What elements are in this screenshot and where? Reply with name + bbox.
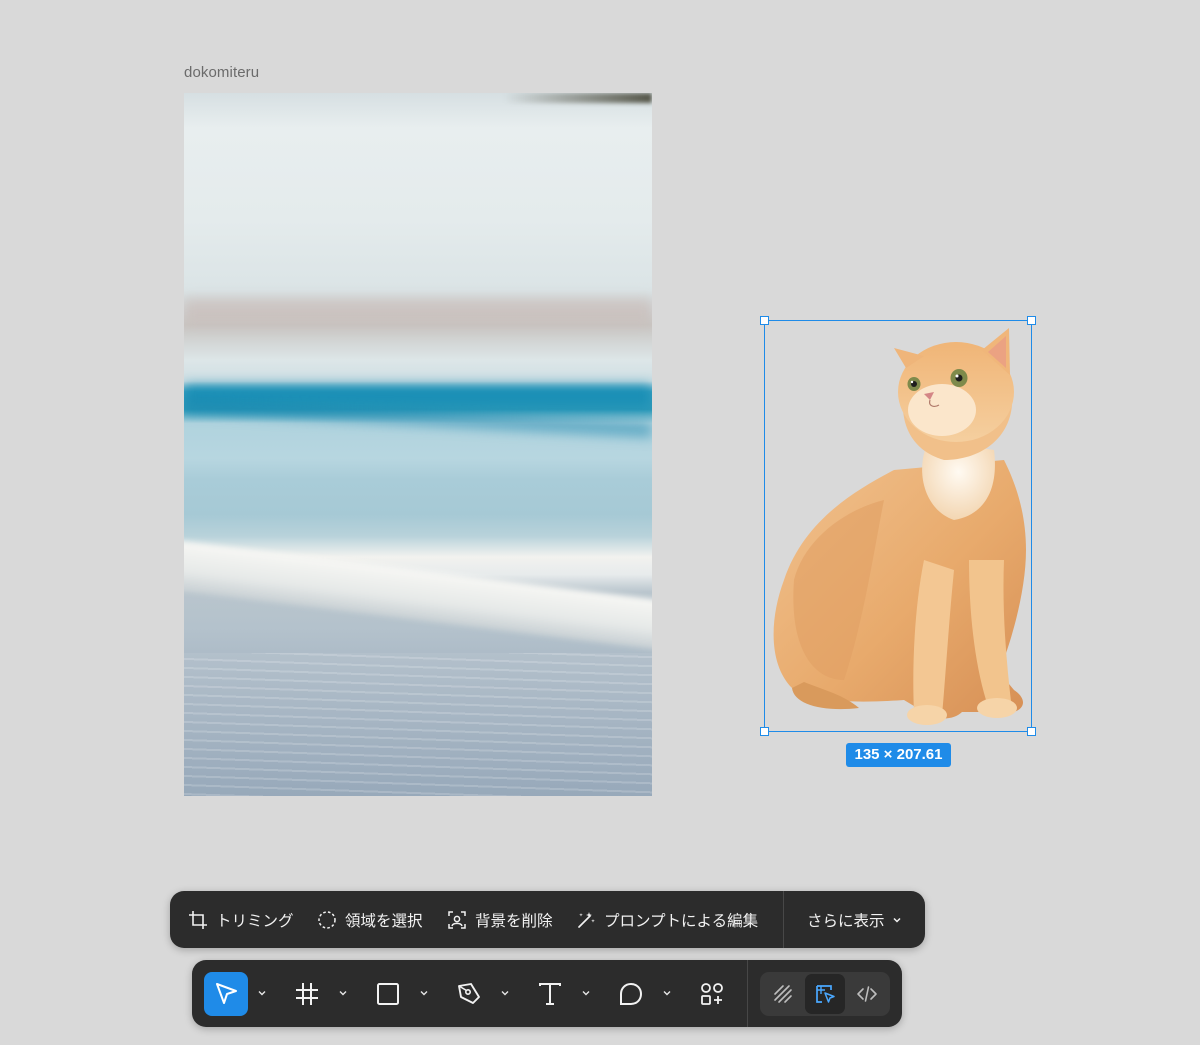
hash-frame-icon <box>296 983 318 1005</box>
pen-nib-icon <box>458 983 480 1004</box>
photo-detail <box>184 298 652 324</box>
dev-mode-button[interactable] <box>847 974 887 1014</box>
comment-tool-dropdown[interactable] <box>661 987 673 999</box>
photo-detail <box>184 653 652 796</box>
lasso-icon <box>318 910 336 929</box>
remove-background-icon <box>448 910 466 929</box>
chevron-down-icon <box>663 991 671 996</box>
mode-switcher <box>760 972 890 1016</box>
show-more-button[interactable]: さらに表示 <box>807 891 903 948</box>
chevron-down-icon <box>892 917 901 923</box>
select-region-label: 領域を選択 <box>345 912 423 930</box>
move-tool-button[interactable] <box>204 972 248 1016</box>
main-toolbar <box>192 960 902 1027</box>
chevron-down-icon <box>258 991 266 996</box>
photo-detail <box>184 539 652 653</box>
components-icon <box>701 983 723 1005</box>
prompt-edit-label: プロンプトによる編集 <box>604 912 759 930</box>
text-tool-dropdown[interactable] <box>580 987 592 999</box>
design-cursor-icon <box>816 985 835 1003</box>
frame-tool-dropdown[interactable] <box>337 987 349 999</box>
design-mode-button[interactable] <box>805 974 845 1014</box>
assets-tool-button[interactable] <box>690 972 734 1016</box>
select-region-button[interactable]: 領域を選択 <box>317 891 423 948</box>
show-more-label: さらに表示 <box>807 912 885 930</box>
shape-tool-dropdown[interactable] <box>418 987 430 999</box>
selection-box[interactable] <box>760 316 1036 736</box>
remove-background-label: 背景を削除 <box>475 912 553 930</box>
pen-tool-dropdown[interactable] <box>499 987 511 999</box>
resize-handle-top-right[interactable] <box>1027 316 1036 325</box>
shape-tool-button[interactable] <box>366 972 410 1016</box>
cursor-arrow-icon <box>216 983 237 1004</box>
prompt-edit-button[interactable]: プロンプトによる編集 <box>576 891 758 948</box>
pen-tool-button[interactable] <box>447 972 491 1016</box>
scribble-icon <box>774 985 792 1003</box>
move-tool-dropdown[interactable] <box>256 987 268 999</box>
crop-label: トリミング <box>216 912 294 930</box>
toolbar-divider <box>747 960 748 1027</box>
toolbar-divider <box>783 891 784 948</box>
crop-button[interactable]: トリミング <box>188 891 294 948</box>
speech-bubble-icon <box>620 982 643 1005</box>
crop-icon <box>189 910 207 929</box>
comment-tool-button[interactable] <box>609 972 653 1016</box>
frame-name-label[interactable]: dokomiteru <box>184 64 259 81</box>
code-brackets-icon <box>857 986 877 1002</box>
chevron-down-icon <box>339 991 347 996</box>
selection-size-badge: 135 × 207.61 <box>846 743 951 767</box>
magic-wand-icon <box>578 911 595 928</box>
frame-tool-button[interactable] <box>285 972 329 1016</box>
draw-mode-button[interactable] <box>763 974 803 1014</box>
chevron-down-icon <box>582 991 590 996</box>
chevron-down-icon <box>420 991 428 996</box>
image-edit-toolbar: トリミング 領域を選択 背景を削除 プロンプトによる編集 さらに表示 <box>170 891 925 948</box>
resize-handle-bottom-left[interactable] <box>760 727 769 736</box>
resize-handle-top-left[interactable] <box>760 316 769 325</box>
pool-photo-frame[interactable] <box>184 93 652 796</box>
remove-background-button[interactable]: 背景を削除 <box>447 891 553 948</box>
chevron-down-icon <box>501 991 509 996</box>
text-tool-button[interactable] <box>528 972 572 1016</box>
design-canvas[interactable]: dokomiteru 135 × 207.61 トリミング 領域を選択 背景を削… <box>0 0 1200 1045</box>
rectangle-icon <box>377 983 399 1005</box>
photo-detail <box>504 93 652 103</box>
resize-handle-bottom-right[interactable] <box>1027 727 1036 736</box>
text-t-icon <box>539 983 561 1005</box>
